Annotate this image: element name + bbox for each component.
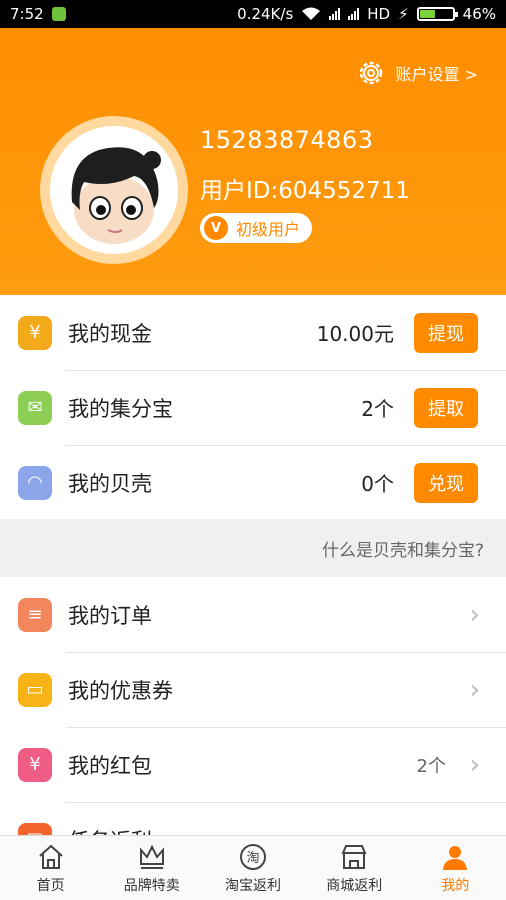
red-packet-icon: ¥ — [18, 747, 52, 782]
ticket-icon: ▭ — [18, 672, 52, 707]
profile-header: 账户设置 > 15283874863 用户ID:604552711 V 初级用户 — [0, 28, 506, 295]
user-level-label: 初级用户 — [236, 220, 301, 239]
help-row: 什么是贝壳和集分宝? — [0, 519, 506, 577]
menu-item-label: 我的红包 — [68, 753, 152, 778]
order-icon: ≡ — [18, 597, 52, 632]
wallet-row-jifenbao[interactable]: ✉ 我的集分宝 2个 提取 — [0, 370, 506, 445]
wifi-icon — [302, 7, 321, 20]
wallet-label: 我的贝壳 — [68, 471, 152, 496]
signal-icon-2 — [348, 8, 360, 20]
wallet-value: 10.00元 — [316, 322, 394, 346]
tab-mine[interactable]: 我的 — [405, 836, 506, 900]
user-level-badge[interactable]: V 初级用户 — [200, 213, 313, 243]
chevron-right-icon: › — [469, 599, 480, 630]
menu-item-label: 任务返利 — [68, 825, 152, 836]
wallet-value: 2个 — [361, 397, 394, 421]
envelope-icon: ✉ — [18, 390, 52, 425]
menu-item-label: 我的优惠券 — [68, 678, 173, 703]
menu-item-red-packets[interactable]: ¥ 我的红包 2个 › — [0, 727, 506, 802]
wallet-value: 0个 — [361, 472, 394, 496]
tab-brand-sale[interactable]: 品牌特卖 — [101, 836, 202, 900]
account-settings-link[interactable]: 账户设置 > — [356, 58, 479, 88]
wallet-row-shell[interactable]: ◠ 我的贝壳 0个 兑现 — [0, 445, 506, 520]
withdraw-button[interactable]: 提现 — [414, 312, 478, 353]
wallet-label: 我的现金 — [68, 321, 152, 346]
chevron-right-icon: › — [469, 674, 480, 705]
tab-home[interactable]: 首页 — [0, 836, 101, 900]
shell-icon: ◠ — [18, 465, 52, 500]
chevron-right-icon: › — [470, 825, 480, 836]
level-icon: V — [204, 216, 228, 240]
menu-item-orders[interactable]: ≡ 我的订单 › — [0, 577, 506, 652]
menu-item-value: 2个 — [416, 755, 446, 777]
svg-text:淘: 淘 — [246, 851, 259, 866]
menu-item-tasks[interactable]: ▤ 任务返利 › — [0, 802, 506, 835]
charging-icon: ⚡ — [398, 5, 409, 23]
notification-icon — [51, 7, 66, 21]
account-settings-label: 账户设置 > — [395, 65, 479, 84]
bottom-tab-bar: 首页 品牌特卖 淘 淘宝返利 商城返利 我的 — [0, 835, 506, 900]
wallet-label: 我的集分宝 — [68, 396, 173, 421]
tab-label: 商城返利 — [326, 877, 383, 894]
battery-percent: 46% — [462, 5, 496, 23]
user-phone: 15283874863 — [200, 126, 374, 154]
menu-list: ≡ 我的订单 › ▭ 我的优惠券 › ¥ 我的红包 2个 › ▤ 任务返利 › — [0, 577, 506, 835]
menu-item-label: 我的订单 — [68, 603, 152, 628]
battery-icon — [416, 7, 458, 21]
wallet-section: ¥ 我的现金 10.00元 提现 ✉ 我的集分宝 2个 提取 ◠ 我的贝壳 0个… — [0, 295, 506, 519]
tab-taobao-rebate[interactable]: 淘 淘宝返利 — [202, 836, 303, 900]
taobao-icon: 淘 — [240, 843, 266, 870]
signal-icon — [329, 8, 341, 20]
tab-label: 品牌特卖 — [123, 877, 180, 894]
menu-item-coupons[interactable]: ▭ 我的优惠券 › — [0, 652, 506, 727]
redeem-button[interactable]: 兑现 — [414, 462, 478, 503]
yuan-coin-icon: ¥ — [18, 315, 52, 350]
task-icon: ▤ — [18, 822, 52, 835]
status-bar: 7:52 0.24K/s HD ⚡ 46% — [0, 0, 506, 28]
gear-icon — [359, 61, 382, 85]
wallet-row-cash[interactable]: ¥ 我的现金 10.00元 提现 — [0, 295, 506, 370]
store-icon — [341, 844, 367, 869]
network-speed: 0.24K/s — [237, 5, 294, 23]
crown-icon — [139, 844, 164, 869]
tab-label: 我的 — [441, 877, 470, 894]
user-id: 用户ID:604552711 — [200, 178, 410, 204]
network-type: HD — [367, 5, 391, 23]
person-icon — [443, 845, 468, 870]
avatar-image — [50, 126, 178, 254]
home-icon — [38, 844, 63, 869]
chevron-right-icon: › — [469, 749, 480, 780]
avatar[interactable] — [40, 116, 188, 264]
help-link[interactable]: 什么是贝壳和集分宝? — [322, 536, 484, 561]
tab-label: 淘宝返利 — [225, 877, 281, 894]
status-time: 7:52 — [10, 5, 44, 23]
tab-label: 首页 — [36, 877, 65, 894]
extract-button[interactable]: 提取 — [414, 387, 478, 428]
tab-mall-rebate[interactable]: 商城返利 — [304, 836, 405, 900]
